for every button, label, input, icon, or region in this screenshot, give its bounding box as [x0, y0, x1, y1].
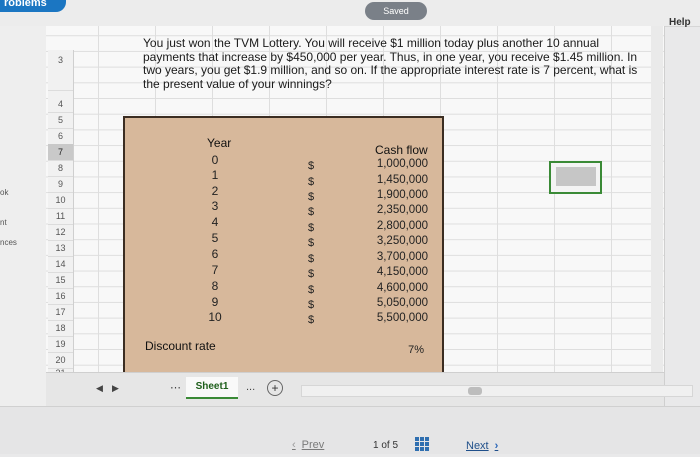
year-cell[interactable]: 8	[203, 279, 227, 293]
currency-cell[interactable]: $	[304, 206, 318, 218]
row-number[interactable]: 8	[48, 160, 73, 177]
row-number[interactable]: 9	[48, 176, 73, 193]
discount-rate-label[interactable]: Discount rate	[145, 339, 216, 353]
row-number[interactable]: 15	[48, 272, 73, 289]
currency-cell[interactable]: $	[304, 176, 318, 188]
more-sheets-icon[interactable]: ⋯	[170, 381, 181, 394]
currency-cell[interactable]: $	[304, 314, 318, 326]
row-number[interactable]: 19	[48, 336, 73, 353]
sheet-next-arrow-icon[interactable]: ▶	[112, 383, 119, 394]
row-number[interactable]: 20	[48, 352, 73, 369]
year-cell[interactable]: 9	[203, 295, 227, 309]
top-bar: roblems Saved	[0, 0, 700, 27]
year-cell[interactable]: 4	[203, 215, 227, 229]
cash-flow-cell[interactable]: 4,150,000	[358, 266, 428, 278]
cash-flow-cell[interactable]: 1,000,000	[358, 158, 428, 170]
sheet-options-button[interactable]: ...	[246, 381, 255, 393]
page-indicator: 1 of 5	[373, 440, 398, 451]
row-number[interactable]: 3	[48, 50, 73, 91]
year-cell[interactable]: 5	[203, 231, 227, 245]
row-number[interactable]: 18	[48, 320, 73, 337]
currency-cell[interactable]: $	[304, 237, 318, 249]
year-cell[interactable]: 1	[203, 168, 227, 182]
discount-rate-value[interactable]: 7%	[380, 344, 424, 356]
horizontal-scroll-thumb[interactable]	[468, 387, 482, 395]
row-number[interactable]: 11	[48, 208, 73, 225]
side-panel-label[interactable]: nt	[0, 218, 7, 227]
footer-nav: ‹ Prev 1 of 5 Next ›	[0, 406, 700, 454]
year-cell[interactable]: 2	[203, 184, 227, 198]
year-header[interactable]: Year	[207, 136, 231, 150]
row-number[interactable]: 10	[48, 192, 73, 209]
sheet-tab-active[interactable]: Sheet1	[186, 377, 238, 399]
row-number[interactable]: 17	[48, 304, 73, 321]
vertical-scrollbar[interactable]	[651, 26, 663, 406]
sheet-prev-arrow-icon[interactable]: ◀	[96, 383, 103, 394]
cash-flow-cell[interactable]: 5,500,000	[358, 312, 428, 324]
year-cell[interactable]: 6	[203, 247, 227, 261]
cash-flow-cell[interactable]: 1,900,000	[358, 189, 428, 201]
row-number[interactable]: 5	[48, 112, 73, 129]
help-link[interactable]: Help	[669, 17, 691, 28]
page-of: of	[381, 440, 390, 451]
row-number[interactable]: 16	[48, 288, 73, 305]
chevron-right-icon: ›	[494, 440, 499, 452]
year-cell[interactable]: 3	[203, 199, 227, 213]
cash-flow-cell[interactable]: 2,350,000	[358, 204, 428, 216]
row-number[interactable]: 6	[48, 128, 73, 145]
cash-flow-cell[interactable]: 1,450,000	[358, 174, 428, 186]
add-sheet-button[interactable]: +	[267, 380, 283, 396]
currency-cell[interactable]: $	[304, 253, 318, 265]
prev-button[interactable]: ‹ Prev	[292, 439, 350, 457]
row-number[interactable]: 13	[48, 240, 73, 257]
next-label: Next	[466, 440, 489, 452]
next-button[interactable]: Next ›	[466, 440, 498, 452]
currency-cell[interactable]: $	[304, 299, 318, 311]
cash-flow-cell[interactable]: 3,250,000	[358, 235, 428, 247]
horizontal-scrollbar[interactable]	[301, 385, 693, 397]
cash-flow-cell[interactable]: 5,050,000	[358, 297, 428, 309]
page-current: 1	[373, 440, 379, 451]
currency-cell[interactable]: $	[304, 222, 318, 234]
active-cell-selection[interactable]	[549, 161, 602, 194]
cash-flow-cell[interactable]: 4,600,000	[358, 282, 428, 294]
row-number-gutter: 3 4 5 6 7 8 9 10 11 12 13 14 15 16 17 18…	[48, 50, 74, 380]
year-cell[interactable]: 7	[203, 263, 227, 277]
year-cell[interactable]: 10	[203, 310, 227, 324]
chevron-left-icon: ‹	[292, 439, 296, 451]
row-number-selected[interactable]: 7	[48, 144, 73, 161]
side-panel-label[interactable]: nces	[0, 238, 17, 247]
page-total: 5	[392, 440, 399, 451]
cash-flow-cell[interactable]: 2,800,000	[358, 220, 428, 232]
left-side-panel: ok nt nces	[0, 26, 47, 426]
row-number[interactable]: 4	[48, 96, 73, 113]
year-cell[interactable]: 0	[203, 153, 227, 167]
sheet-tab-bar: ◀ ▶ ⋯ Sheet1 ... +	[46, 372, 693, 407]
app-badge: roblems	[0, 0, 66, 12]
currency-cell[interactable]: $	[304, 191, 318, 203]
cash-flow-header[interactable]: Cash flow	[375, 143, 428, 157]
currency-cell[interactable]: $	[304, 268, 318, 280]
side-panel-label[interactable]: ok	[0, 188, 8, 197]
cash-flow-cell[interactable]: 3,700,000	[358, 251, 428, 263]
row-number[interactable]: 14	[48, 256, 73, 273]
question-text: You just won the TVM Lottery. You will r…	[143, 36, 638, 91]
prev-label: Prev	[301, 439, 325, 451]
saved-status-badge: Saved	[365, 2, 427, 20]
currency-cell[interactable]: $	[304, 160, 318, 172]
row-number[interactable]: 12	[48, 224, 73, 241]
grid-view-icon[interactable]	[415, 437, 429, 451]
currency-cell[interactable]: $	[304, 284, 318, 296]
